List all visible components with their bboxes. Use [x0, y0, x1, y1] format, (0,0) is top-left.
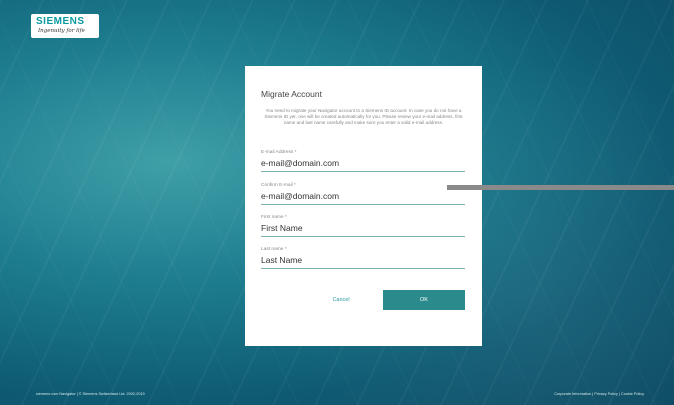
dialog-description: You need to migrate your Navigator accou…	[264, 108, 463, 126]
footer-links: Corporate Information | Privacy Policy |…	[554, 392, 644, 396]
footer-copyright: siemens.com Navigator | © Siemens Switze…	[36, 392, 145, 396]
first-name-input[interactable]	[261, 221, 465, 236]
ok-button[interactable]: OK	[383, 290, 465, 310]
footer-link-privacy-policy[interactable]: Privacy Policy	[594, 392, 618, 396]
email-input[interactable]	[261, 156, 465, 171]
dialog-title: Migrate Account	[261, 89, 322, 99]
last-name-input[interactable]	[261, 253, 465, 268]
last-name-field: Last name *	[261, 247, 465, 269]
logo-tagline: Ingenuity for life	[38, 28, 85, 34]
migrate-account-dialog: Migrate Account You need to migrate your…	[245, 66, 482, 346]
first-name-field: First name *	[261, 215, 465, 237]
footer-link-corporate-information[interactable]: Corporate Information	[554, 392, 591, 396]
cancel-button[interactable]: Cancel	[311, 292, 371, 308]
confirm-email-input[interactable]	[261, 189, 465, 204]
footer-link-cookie-policy[interactable]: Cookie Policy	[621, 392, 644, 396]
overlay-bar	[447, 185, 674, 190]
email-field: E-mail Address *	[261, 150, 465, 172]
siemens-logo: SIEMENS Ingenuity for life	[31, 14, 99, 38]
confirm-email-field: Confirm E-mail *	[261, 183, 465, 205]
logo-wordmark: SIEMENS	[36, 16, 85, 27]
